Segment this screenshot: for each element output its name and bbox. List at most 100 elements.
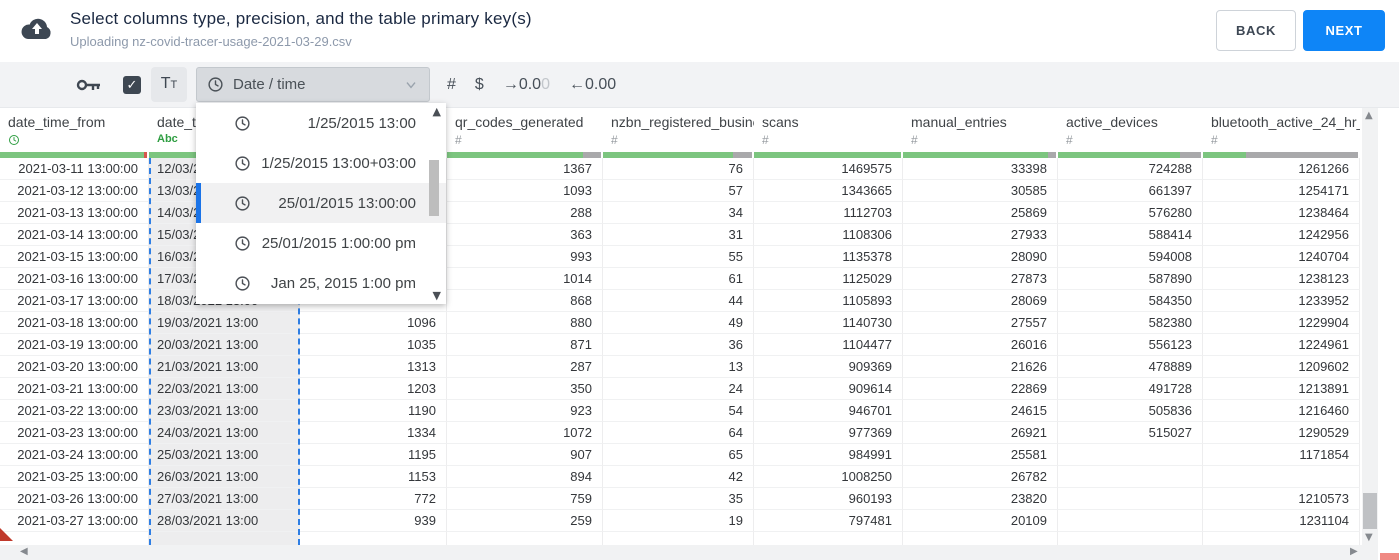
table-cell[interactable]: 1209602: [1203, 356, 1360, 378]
table-cell[interactable]: 582380: [1058, 312, 1203, 334]
table-cell[interactable]: 1108306: [754, 224, 903, 246]
table-cell[interactable]: 28/03/2021 13:00: [149, 510, 300, 532]
table-cell[interactable]: [903, 532, 1058, 545]
table-cell[interactable]: 2021-03-26 13:00:00: [0, 488, 149, 510]
table-cell[interactable]: 27/03/2021 13:00: [149, 488, 300, 510]
table-cell[interactable]: 1210573: [1203, 488, 1360, 510]
table-cell[interactable]: 34: [603, 202, 754, 224]
table-cell[interactable]: 894: [447, 466, 603, 488]
table-cell[interactable]: 21/03/2021 13:00: [149, 356, 300, 378]
table-cell[interactable]: 993: [447, 246, 603, 268]
table-cell[interactable]: 61: [603, 268, 754, 290]
primary-key-icon[interactable]: [76, 76, 102, 94]
table-cell[interactable]: 2021-03-25 13:00:00: [0, 466, 149, 488]
vertical-scrollbar[interactable]: ▲ ▼: [1362, 108, 1378, 545]
table-cell[interactable]: 1229904: [1203, 312, 1360, 334]
table-cell[interactable]: 26016: [903, 334, 1058, 356]
table-cell[interactable]: 1072: [447, 422, 603, 444]
table-cell[interactable]: 1125029: [754, 268, 903, 290]
table-cell[interactable]: 946701: [754, 400, 903, 422]
table-cell[interactable]: 1242956: [1203, 224, 1360, 246]
table-cell[interactable]: 478889: [1058, 356, 1203, 378]
table-cell[interactable]: 491728: [1058, 378, 1203, 400]
table-cell[interactable]: 64: [603, 422, 754, 444]
table-cell[interactable]: 2021-03-16 13:00:00: [0, 268, 149, 290]
table-cell[interactable]: 1112703: [754, 202, 903, 224]
table-cell[interactable]: 35: [603, 488, 754, 510]
table-cell[interactable]: 13: [603, 356, 754, 378]
menu-scroll-up-icon[interactable]: ▲: [433, 105, 441, 118]
table-cell[interactable]: 1104477: [754, 334, 903, 356]
table-cell[interactable]: 27557: [903, 312, 1058, 334]
table-cell[interactable]: 30585: [903, 180, 1058, 202]
table-cell[interactable]: 515027: [1058, 422, 1203, 444]
table-cell[interactable]: 871: [447, 334, 603, 356]
format-option[interactable]: 1/25/2015 13:00: [196, 103, 446, 143]
table-cell[interactable]: 1014: [447, 268, 603, 290]
table-cell[interactable]: 24: [603, 378, 754, 400]
table-cell[interactable]: 772: [300, 488, 447, 510]
table-cell[interactable]: 1240704: [1203, 246, 1360, 268]
table-cell[interactable]: 1171854: [1203, 444, 1360, 466]
table-cell[interactable]: 556123: [1058, 334, 1203, 356]
table-cell[interactable]: 65: [603, 444, 754, 466]
column-header-manual_entries[interactable]: manual_entries #: [903, 108, 1058, 152]
table-cell[interactable]: [1203, 466, 1360, 488]
table-cell[interactable]: 594008: [1058, 246, 1203, 268]
table-cell[interactable]: 1261266: [1203, 158, 1360, 180]
table-cell[interactable]: 977369: [754, 422, 903, 444]
table-cell[interactable]: 287: [447, 356, 603, 378]
include-column-checkbox[interactable]: ✓: [123, 76, 141, 94]
table-cell[interactable]: 57: [603, 180, 754, 202]
table-cell[interactable]: [1058, 466, 1203, 488]
table-cell[interactable]: 1469575: [754, 158, 903, 180]
format-option[interactable]: Jan 25, 2015 1:00 pm: [196, 263, 446, 303]
table-cell[interactable]: 1367: [447, 158, 603, 180]
table-cell[interactable]: 868: [447, 290, 603, 312]
text-type-button[interactable]: TT: [151, 67, 187, 102]
format-option[interactable]: 25/01/2015 1:00:00 pm: [196, 223, 446, 263]
table-cell[interactable]: 1135378: [754, 246, 903, 268]
column-header-date_time_from[interactable]: date_time_from: [0, 108, 149, 152]
table-cell[interactable]: 984991: [754, 444, 903, 466]
table-cell[interactable]: 2021-03-17 13:00:00: [0, 290, 149, 312]
table-cell[interactable]: 1096: [300, 312, 447, 334]
scroll-right-arrow-icon[interactable]: ▶: [1350, 546, 1358, 557]
table-cell[interactable]: 1195: [300, 444, 447, 466]
table-cell[interactable]: 2021-03-24 13:00:00: [0, 444, 149, 466]
table-cell[interactable]: 2021-03-19 13:00:00: [0, 334, 149, 356]
table-cell[interactable]: 19/03/2021 13:00: [149, 312, 300, 334]
table-cell[interactable]: 55: [603, 246, 754, 268]
column-header-bluetooth_active_24_hr_[interactable]: bluetooth_active_24_hr_ #: [1203, 108, 1360, 152]
scroll-down-arrow-icon[interactable]: ▼: [1365, 532, 1373, 543]
table-cell[interactable]: 363: [447, 224, 603, 246]
table-cell[interactable]: 2021-03-23 13:00:00: [0, 422, 149, 444]
table-cell[interactable]: 20109: [903, 510, 1058, 532]
table-cell[interactable]: 1231104: [1203, 510, 1360, 532]
table-cell[interactable]: 960193: [754, 488, 903, 510]
column-header-scans[interactable]: scans #: [754, 108, 903, 152]
table-cell[interactable]: 1313: [300, 356, 447, 378]
table-cell[interactable]: 28090: [903, 246, 1058, 268]
table-cell[interactable]: 584350: [1058, 290, 1203, 312]
table-cell[interactable]: 54: [603, 400, 754, 422]
table-cell[interactable]: 2021-03-11 13:00:00: [0, 158, 149, 180]
next-button[interactable]: NEXT: [1303, 10, 1385, 51]
table-cell[interactable]: 44: [603, 290, 754, 312]
table-cell[interactable]: 2021-03-12 13:00:00: [0, 180, 149, 202]
column-header-qr_codes_generated[interactable]: qr_codes_generated #: [447, 108, 603, 152]
table-cell[interactable]: [1058, 488, 1203, 510]
format-option[interactable]: 25/01/2015 13:00:00: [196, 183, 446, 223]
table-cell[interactable]: 909614: [754, 378, 903, 400]
table-cell[interactable]: 1238123: [1203, 268, 1360, 290]
table-cell[interactable]: 25869: [903, 202, 1058, 224]
table-cell[interactable]: [149, 532, 300, 545]
table-cell[interactable]: 1190: [300, 400, 447, 422]
table-cell[interactable]: 76: [603, 158, 754, 180]
table-cell[interactable]: 1035: [300, 334, 447, 356]
table-cell[interactable]: 27933: [903, 224, 1058, 246]
table-cell[interactable]: 36: [603, 334, 754, 356]
table-cell[interactable]: 587890: [1058, 268, 1203, 290]
decrease-decimal-button[interactable]: ←0.00: [569, 76, 616, 94]
table-cell[interactable]: 23820: [903, 488, 1058, 510]
